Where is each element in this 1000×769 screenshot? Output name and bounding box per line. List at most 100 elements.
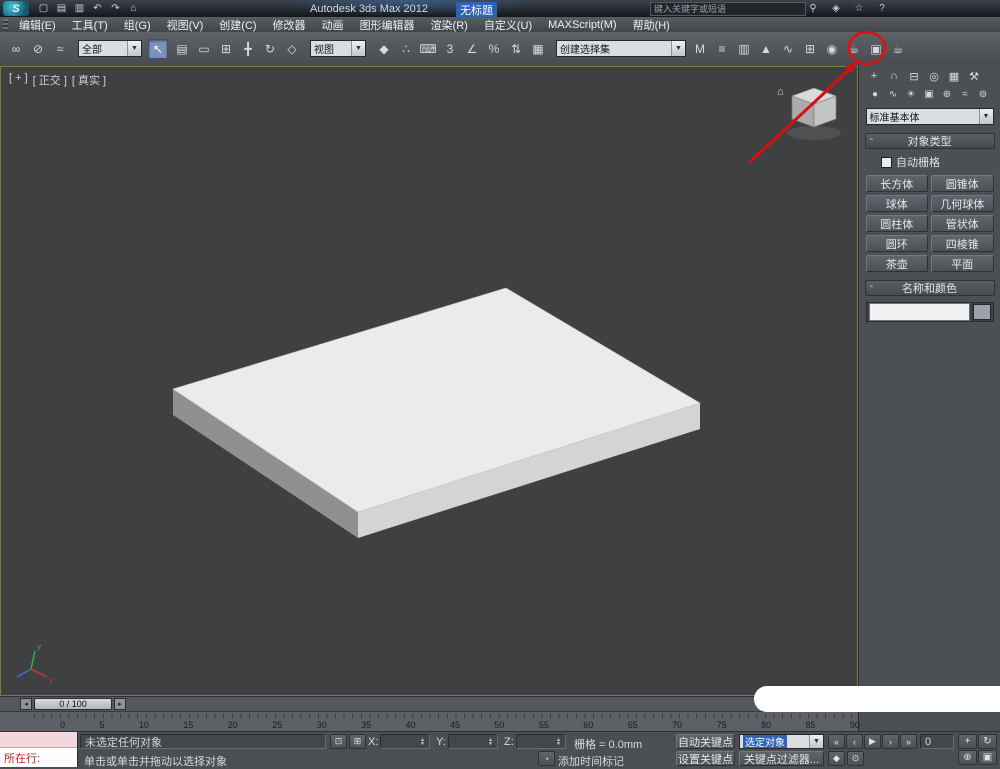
lights-subtab[interactable]: ☀ [903,87,919,102]
unlink-selection-icon[interactable]: ⊘ [28,39,48,59]
rectangular-selection-region-icon[interactable]: ▭ [194,39,214,59]
spinner-icon[interactable]: ▲▼ [420,738,425,746]
bind-to-space-warp-icon[interactable]: ≈ [50,39,70,59]
viewcube[interactable]: ⌂ [777,86,841,140]
align-icon[interactable]: ≡ [712,39,732,59]
add-time-tag-icon[interactable]: ◔ [538,751,555,766]
communication-center-icon[interactable]: ◈ [829,1,843,15]
reference-coordinate-dropdown[interactable]: 视图 ▼ [310,40,366,57]
viewport-canvas[interactable]: ⌂ x y [1,67,857,695]
menu-graph-editors[interactable]: 图形编辑器 [352,17,423,33]
menu-rendering[interactable]: 渲染(R) [423,17,476,33]
viewport[interactable]: [ + ][ 正交 ][ 真实 ] ⌂ x y [0,66,858,696]
help-icon[interactable]: ? [875,1,889,15]
menu-modifiers[interactable]: 修改器 [265,17,314,33]
listener-field[interactable]: 所在行: [0,748,77,767]
maxscript-mini-listener[interactable]: 所在行: [0,732,78,767]
shapes-subtab[interactable]: ∿ [885,87,901,102]
window-crossing-icon[interactable]: ⊞ [216,39,236,59]
select-and-scale-icon[interactable]: ◇ [282,39,302,59]
application-menu-button[interactable]: S [3,1,29,16]
menu-drag-handle[interactable] [3,19,8,30]
macro-recorder-field[interactable] [0,732,77,748]
new-scene-icon[interactable]: ▢ [36,2,51,15]
select-by-name-icon[interactable]: ▤ [172,39,192,59]
spinner-icon[interactable]: ▲▼ [556,738,561,746]
spinner-icon[interactable]: ▲▼ [488,738,493,746]
edit-named-selections-icon[interactable]: ▦ [528,39,548,59]
project-folder-icon[interactable]: ⌂ [126,2,141,15]
open-file-icon[interactable]: ▤ [54,2,69,15]
go-to-start-button[interactable]: « [828,734,845,749]
sphere-button[interactable]: 球体 [866,195,929,212]
infocenter-search-input[interactable] [650,2,806,16]
snap-toggle-icon[interactable]: 3 [440,39,460,59]
cone-button[interactable]: 圆锥体 [931,175,994,192]
z-coordinate-field[interactable]: ▲▼ [516,734,566,749]
render-setup-icon[interactable]: ☕ [844,39,864,59]
previous-frame-button[interactable]: ‹ [846,734,863,749]
spacewarps-subtab[interactable]: ≈ [957,87,973,102]
go-to-end-button[interactable]: » [900,734,917,749]
keyboard-override-icon[interactable]: ⌨ [418,39,438,59]
y-coordinate-field[interactable]: ▲▼ [448,734,498,749]
key-mode-toggle[interactable]: ◆ [828,751,845,766]
menu-animation[interactable]: 动画 [314,17,352,33]
time-slider-next-button[interactable]: ▸ [114,698,126,710]
select-and-rotate-icon[interactable]: ↻ [260,39,280,59]
viewcube-home-icon[interactable]: ⌂ [777,86,784,98]
schematic-view-icon[interactable]: ⊞ [800,39,820,59]
current-frame-field[interactable]: 0 [920,734,954,749]
modify-tab[interactable]: ∩ [885,68,903,84]
rendered-frame-icon[interactable]: ▣ [866,39,886,59]
object-color-swatch[interactable] [973,304,991,320]
render-production-icon[interactable]: ☕ [888,39,908,59]
menu-views[interactable]: 视图(V) [159,17,212,33]
save-file-icon[interactable]: ▥ [72,2,87,15]
viewport-shading-menu[interactable]: [ 真实 ] [72,72,106,88]
systems-subtab[interactable]: ⊚ [975,87,991,102]
hierarchy-tab[interactable]: ⊟ [905,68,923,84]
primitive-category-dropdown[interactable]: 标准基本体 ▼ [866,108,994,125]
add-time-tag-label[interactable]: 添加时间标记 [558,753,624,769]
geometry-subtab[interactable]: ● [867,87,883,102]
name-color-rollout[interactable]: - 名称和颜色 [865,280,995,296]
menu-maxscript[interactable]: MAXScript(M) [540,19,624,31]
lock-selection-icon[interactable]: ⊡ [330,734,347,749]
helpers-subtab[interactable]: ⊕ [939,87,955,102]
object-type-rollout[interactable]: - 对象类型 [865,133,995,149]
menu-edit[interactable]: 编辑(E) [11,17,64,33]
select-and-link-icon[interactable]: ∞ [6,39,26,59]
absolute-mode-icon[interactable]: ⊞ [349,734,366,749]
redo-icon[interactable]: ↷ [108,2,123,15]
zoom-icon[interactable]: ⊕ [958,750,977,765]
menu-group[interactable]: 组(G) [116,17,159,33]
time-slider-handle[interactable]: 0 / 100 [34,698,112,710]
set-key-button[interactable]: 设置关键点 [676,751,735,766]
object-name-input[interactable] [869,303,970,321]
create-tab[interactable]: + [865,68,883,84]
select-and-manipulate-icon[interactable]: ∴ [396,39,416,59]
utilities-tab[interactable]: ⚒ [965,68,983,84]
menu-tools[interactable]: 工具(T) [64,17,116,33]
cameras-subtab[interactable]: ▣ [921,87,937,102]
time-configuration-button[interactable]: ⊙ [847,751,864,766]
menu-customize[interactable]: 自定义(U) [476,17,540,33]
favorites-icon[interactable]: ☆ [852,1,866,15]
cylinder-button[interactable]: 圆柱体 [866,215,929,232]
graphite-toolbar-icon[interactable]: ▲ [756,39,776,59]
pyramid-button[interactable]: 四棱锥 [931,235,994,252]
play-button[interactable]: ▶ [864,734,881,749]
curve-editor-icon[interactable]: ∿ [778,39,798,59]
named-selection-set-dropdown[interactable]: 创建选择集 ▼ [556,40,686,57]
teapot-button[interactable]: 茶壶 [866,255,929,272]
next-frame-button[interactable]: › [882,734,899,749]
layer-manager-icon[interactable]: ▥ [734,39,754,59]
plane-button[interactable]: 平面 [931,255,994,272]
time-slider-prev-button[interactable]: ◂ [20,698,32,710]
time-slider-track[interactable]: ◂ 0 / 100 ▸ [0,696,858,712]
key-selection-dropdown[interactable]: 选定对象 ▼ [739,734,824,749]
percent-snap-icon[interactable]: % [484,39,504,59]
autogrid-checkbox[interactable] [881,157,892,168]
key-filters-button[interactable]: 关键点过滤器... [739,751,824,766]
